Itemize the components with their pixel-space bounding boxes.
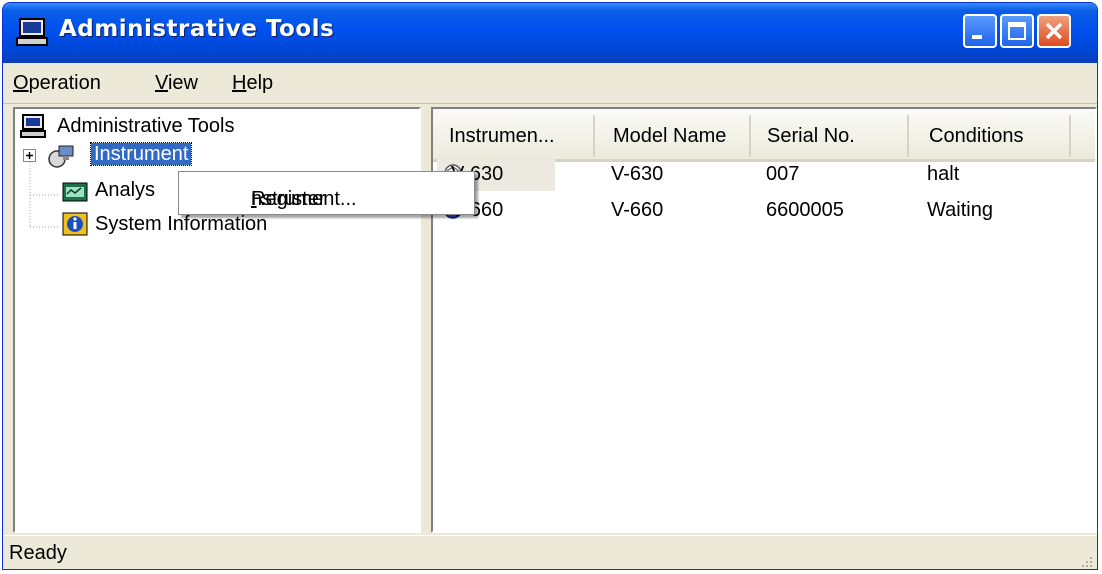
status-text: Ready [9, 542, 67, 564]
model-name: V-660 [611, 199, 664, 221]
window-title: Administrative Tools [59, 16, 335, 42]
tree-item-instrument[interactable]: Instrument [89, 142, 193, 166]
maximize-icon [1008, 22, 1026, 40]
condition: halt [927, 163, 960, 185]
instrument-list[interactable]: Instrumen... Model Name Serial No. Condi… [431, 107, 1097, 533]
menu-view[interactable]: View [155, 72, 198, 95]
minimize-icon [972, 35, 982, 39]
status-bar: Ready [3, 535, 1097, 569]
maximize-button[interactable] [1000, 14, 1034, 48]
tree-item-analysis[interactable]: Analys [95, 179, 155, 202]
column-header-instrument[interactable]: Instrumen... [441, 115, 595, 157]
computer-icon [16, 18, 48, 46]
menu-help[interactable]: Help [232, 72, 273, 95]
app-window: Administrative Tools Operation View Help… [2, 2, 1098, 570]
tree-root-label[interactable]: Administrative Tools [57, 115, 234, 138]
title-bar[interactable]: Administrative Tools [3, 3, 1097, 63]
analysis-icon [62, 182, 88, 202]
column-header-serial-no[interactable]: Serial No. [759, 115, 909, 157]
model-name: V-630 [611, 163, 664, 185]
column-header-model-name[interactable]: Model Name [605, 115, 751, 157]
condition: Waiting [927, 199, 993, 221]
column-header-conditions[interactable]: Conditions [921, 115, 1071, 157]
computer-icon [20, 114, 46, 138]
close-icon [1045, 22, 1063, 40]
minimize-button[interactable] [963, 14, 997, 48]
serial-number: 6600005 [766, 199, 844, 221]
instrument-icon [48, 145, 74, 168]
expand-icon[interactable] [23, 149, 37, 163]
serial-number: 007 [766, 163, 800, 185]
list-header: Instrumen... Model Name Serial No. Condi… [433, 109, 1095, 162]
close-button[interactable] [1037, 14, 1071, 48]
tree-item-system-information[interactable]: System Information [95, 213, 267, 236]
info-icon [62, 212, 88, 236]
menu-bar: Operation View Help [3, 63, 1097, 104]
resize-grip-icon[interactable] [1079, 554, 1093, 568]
menu-operation[interactable]: Operation [13, 72, 101, 95]
context-menu: Register Instrument... [178, 171, 475, 215]
